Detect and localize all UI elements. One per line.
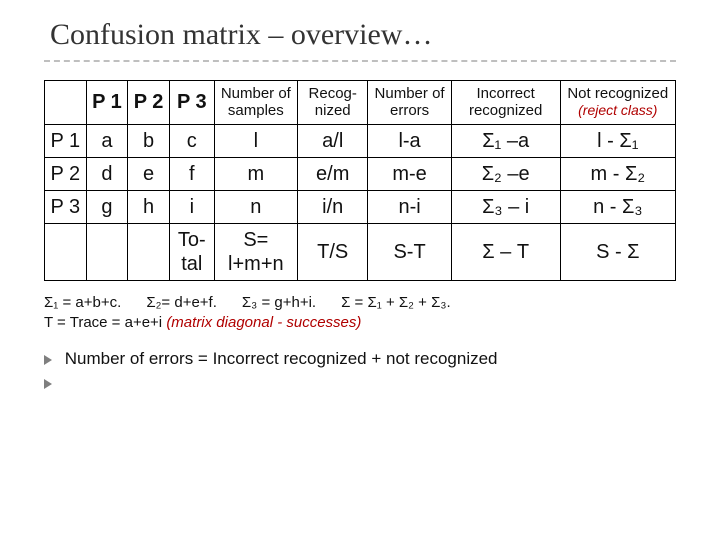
header-blank	[45, 81, 87, 125]
header-not-recognized-label: Not recognized	[567, 85, 668, 102]
cell: n-i	[368, 190, 451, 223]
bullet-icon	[44, 355, 52, 365]
table-total-row: To-tal S= l+m+n T/S S-T Σ – T S - Σ	[45, 223, 676, 280]
cell: e	[128, 157, 170, 190]
cell: n - Σ₃	[560, 190, 675, 223]
bullet-text: Number of errors = Incorrect recognized …	[65, 349, 498, 368]
cell: a/l	[297, 124, 367, 157]
header-p1: P 1	[86, 81, 128, 125]
cell: g	[86, 190, 128, 223]
total-s-equals: S=	[243, 229, 268, 251]
cell: Σ₁ –a	[451, 124, 560, 157]
total-not-recognized: S - Σ	[560, 223, 675, 280]
cell: c	[169, 124, 214, 157]
cell: e/m	[297, 157, 367, 190]
total-s-value: l+m+n	[228, 253, 284, 275]
bullet-line: Number of errors = Incorrect recognized …	[44, 349, 676, 369]
row-label: P 1	[45, 124, 87, 157]
header-not-recognized: Not recognized (reject class)	[560, 81, 675, 125]
table-row: P 3 g h i n i/n n-i Σ₃ – i n - Σ₃	[45, 190, 676, 223]
trace-note: (matrix diagonal - successes)	[166, 314, 361, 331]
confusion-matrix-table: P 1 P 2 P 3 Number of samples Recog-nize…	[44, 80, 676, 281]
header-num-samples: Number of samples	[214, 81, 297, 125]
cell: b	[128, 124, 170, 157]
header-incorrect: Incorrect recognized	[451, 81, 560, 125]
cell: d	[86, 157, 128, 190]
total-samples: S= l+m+n	[214, 223, 297, 280]
cell: a	[86, 124, 128, 157]
sigma-sum: Σ = Σ₁ + Σ₂ + Σ₃.	[341, 294, 451, 311]
slide-title: Confusion matrix – overview…	[50, 18, 676, 52]
row-label: P 2	[45, 157, 87, 190]
row-label: P 3	[45, 190, 87, 223]
title-divider	[44, 60, 676, 62]
cell: h	[128, 190, 170, 223]
header-recognized: Recog-nized	[297, 81, 367, 125]
cell: l-a	[368, 124, 451, 157]
header-num-errors: Number of errors	[368, 81, 451, 125]
cell: m - Σ₂	[560, 157, 675, 190]
header-p3: P 3	[169, 81, 214, 125]
blank	[45, 223, 87, 280]
cell: l - Σ₁	[560, 124, 675, 157]
cell: l	[214, 124, 297, 157]
bullet-line-empty	[44, 373, 676, 393]
table-header-row: P 1 P 2 P 3 Number of samples Recog-nize…	[45, 81, 676, 125]
cell: Σ₂ –e	[451, 157, 560, 190]
cell: f	[169, 157, 214, 190]
cell: m-e	[368, 157, 451, 190]
total-incorrect: Σ – T	[451, 223, 560, 280]
sigma3-def: Σ₃ = g+h+i.	[242, 294, 316, 311]
sigma1-def: Σ₁ = a+b+c.	[44, 294, 121, 311]
total-recognized: T/S	[297, 223, 367, 280]
cell: m	[214, 157, 297, 190]
slide-content: Confusion matrix – overview… P 1 P 2 P 3…	[0, 0, 720, 403]
sigma2-def: Σ₂= d+e+f.	[146, 294, 217, 311]
blank	[128, 223, 170, 280]
total-label: To-tal	[169, 223, 214, 280]
table-row: P 1 a b c l a/l l-a Σ₁ –a l - Σ₁	[45, 124, 676, 157]
sigma-notes: Σ₁ = a+b+c. Σ₂= d+e+f. Σ₃ = g+h+i. Σ = Σ…	[44, 293, 676, 334]
header-reject-class: (reject class)	[578, 102, 657, 118]
header-p2: P 2	[128, 81, 170, 125]
cell: i/n	[297, 190, 367, 223]
cell: i	[169, 190, 214, 223]
trace-def: T = Trace = a+e+i	[44, 314, 162, 331]
total-errors: S-T	[368, 223, 451, 280]
table-row: P 2 d e f m e/m m-e Σ₂ –e m - Σ₂	[45, 157, 676, 190]
bullet-icon	[44, 379, 52, 389]
blank	[86, 223, 128, 280]
cell: Σ₃ – i	[451, 190, 560, 223]
cell: n	[214, 190, 297, 223]
